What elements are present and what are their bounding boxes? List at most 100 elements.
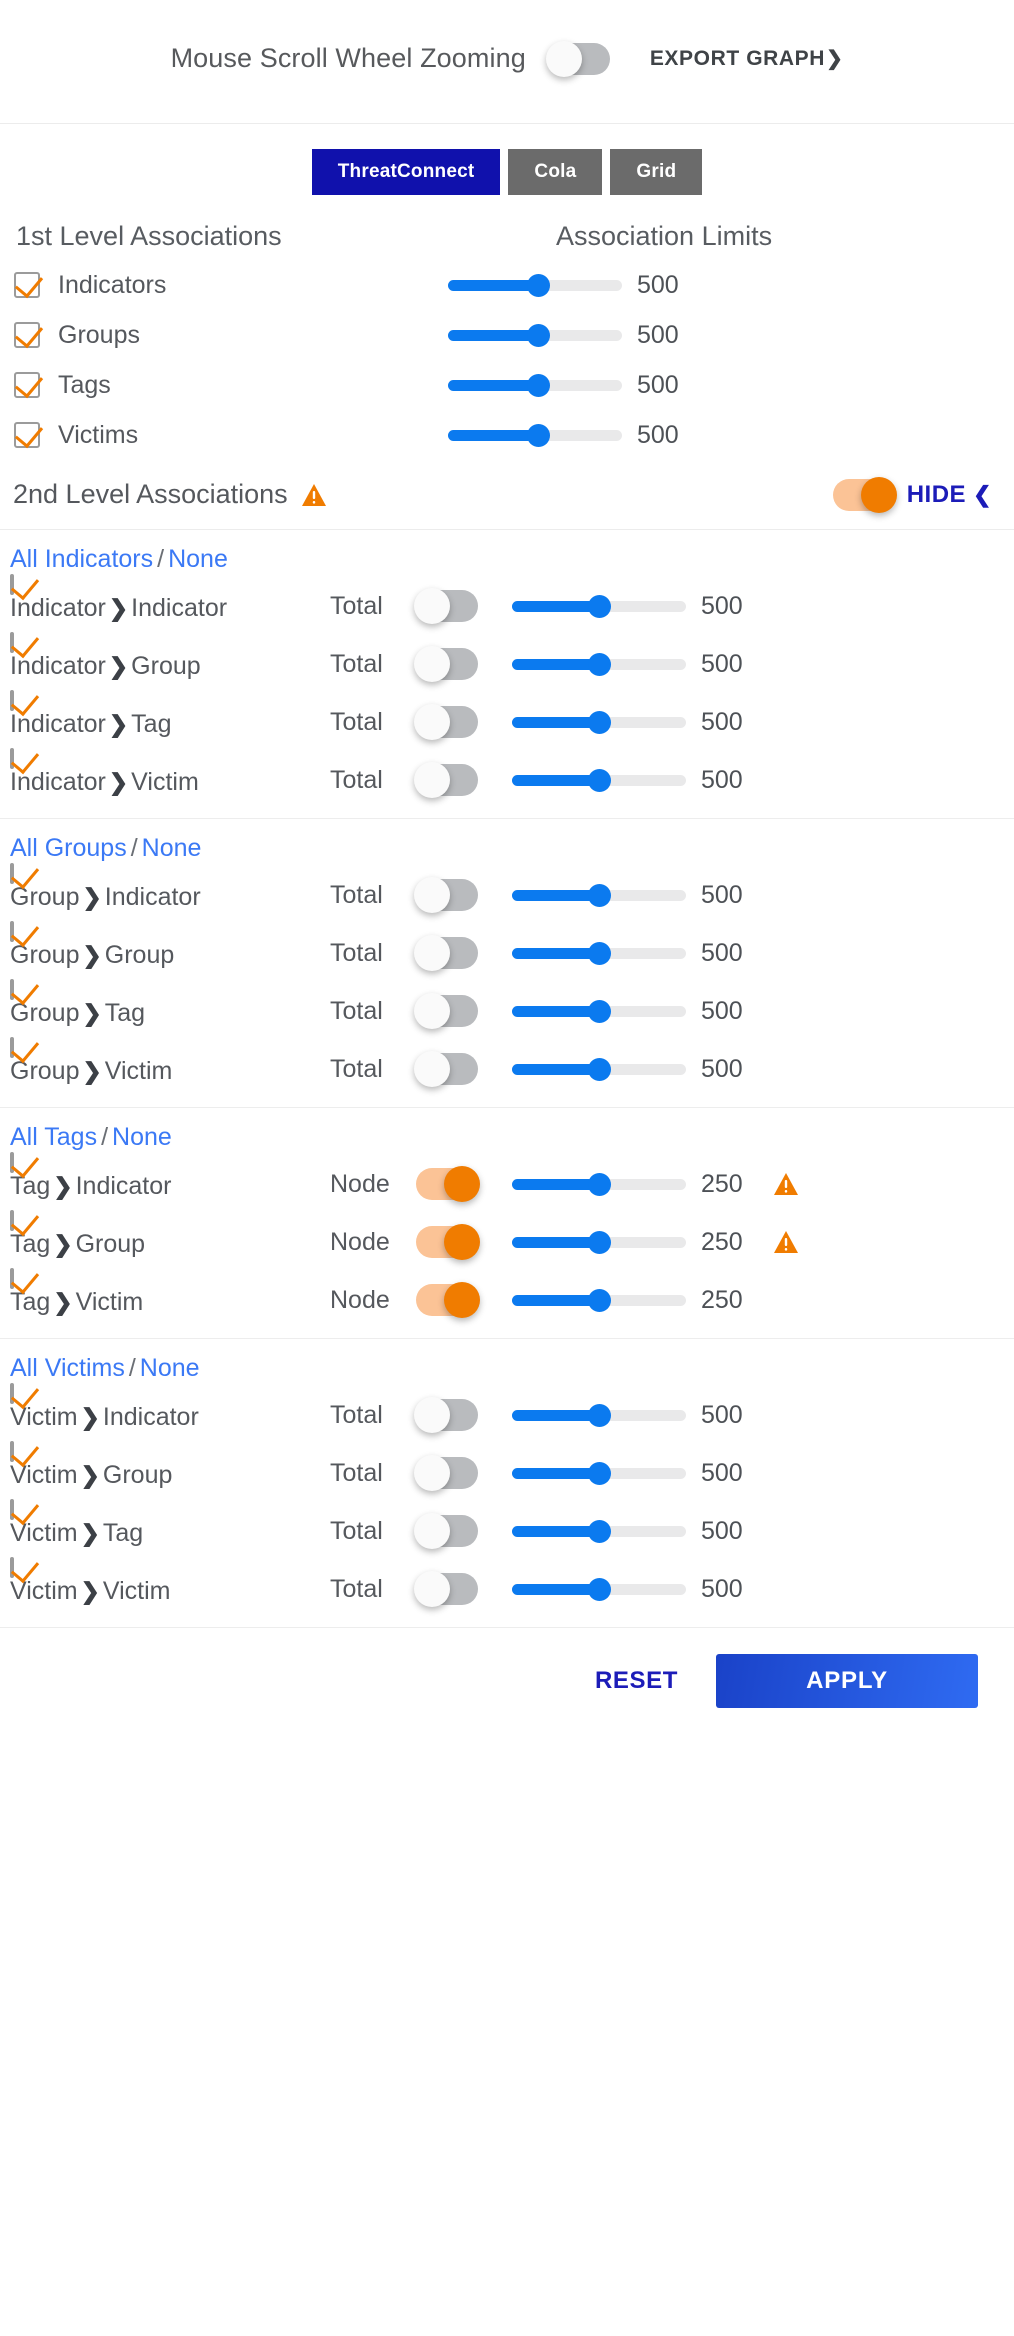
- checkbox-victim-tag[interactable]: [10, 1499, 14, 1520]
- limit-slider-victim-tag[interactable]: [512, 1516, 686, 1546]
- slider-thumb[interactable]: [587, 595, 611, 618]
- select-none-link[interactable]: None: [168, 545, 228, 573]
- checkbox-group-victim[interactable]: [10, 1037, 14, 1058]
- limit-slider-indicator-victim[interactable]: [512, 765, 686, 795]
- slider-thumb[interactable]: [587, 1404, 611, 1427]
- limit-mode-toggle-indicator-victim[interactable]: [414, 762, 478, 798]
- second-level-header: 2nd Level Associations HIDE ❮: [0, 460, 1014, 530]
- checkbox-victim-group[interactable]: [10, 1441, 14, 1462]
- limit-slider-group-tag[interactable]: [512, 996, 686, 1026]
- tab-threatconnect[interactable]: ThreatConnect: [311, 149, 501, 195]
- checkbox-indicator-victim[interactable]: [10, 748, 14, 769]
- slider-thumb[interactable]: [526, 274, 550, 297]
- checkbox-indicator-group[interactable]: [10, 632, 14, 653]
- limit-mode-toggle-group-group[interactable]: [414, 935, 478, 971]
- checkbox-tags[interactable]: [14, 372, 40, 398]
- limit-slider-group-victim[interactable]: [512, 1054, 686, 1084]
- slider-thumb[interactable]: [526, 424, 550, 447]
- slider-thumb[interactable]: [587, 1289, 611, 1312]
- select-all-link[interactable]: All Victims: [10, 1354, 125, 1382]
- slider-thumb[interactable]: [587, 711, 611, 734]
- limit-mode-toggle-indicator-indicator[interactable]: [414, 588, 478, 624]
- limit-mode-toggle-indicator-group[interactable]: [414, 646, 478, 682]
- checkbox-group-tag[interactable]: [10, 979, 14, 1000]
- slider-thumb[interactable]: [587, 1578, 611, 1601]
- limit-mode-label: Total: [330, 649, 383, 678]
- checkbox-victims[interactable]: [14, 422, 40, 448]
- checkbox-tag-group[interactable]: [10, 1210, 14, 1231]
- slider-fill: [512, 1064, 599, 1075]
- slider-thumb[interactable]: [587, 1173, 611, 1196]
- limit-mode-toggle-tag-victim[interactable]: [416, 1282, 480, 1318]
- slider-thumb[interactable]: [587, 1520, 611, 1543]
- slider-thumb[interactable]: [587, 1000, 611, 1023]
- slider-thumb[interactable]: [526, 324, 550, 347]
- checkbox-indicators[interactable]: [14, 272, 40, 298]
- select-none-link[interactable]: None: [142, 834, 202, 862]
- slider-fill: [448, 380, 539, 391]
- checkbox-indicator-indicator[interactable]: [10, 574, 14, 595]
- chevron-right-icon: ❯: [53, 1231, 73, 1257]
- checkbox-group-group[interactable]: [10, 921, 14, 942]
- limit-mode-toggle-tag-indicator[interactable]: [416, 1166, 480, 1202]
- slider-thumb[interactable]: [526, 374, 550, 397]
- checkbox-tag-victim[interactable]: [10, 1268, 14, 1289]
- limit-slider-indicator-group[interactable]: [512, 649, 686, 679]
- limit-slider-groups[interactable]: [448, 320, 622, 350]
- slider-thumb[interactable]: [587, 1058, 611, 1081]
- slider-thumb[interactable]: [587, 942, 611, 965]
- tab-grid[interactable]: Grid: [610, 149, 703, 195]
- limit-slider-group-indicator[interactable]: [512, 880, 686, 910]
- reset-button[interactable]: RESET: [583, 1659, 690, 1703]
- association-pair-row: Group ❯ Indicator Total 500: [0, 863, 1014, 923]
- limit-slider-tags[interactable]: [448, 370, 622, 400]
- tab-cola[interactable]: Cola: [508, 149, 603, 195]
- scroll-zoom-toggle[interactable]: [545, 40, 610, 77]
- limit-slider-indicator-tag[interactable]: [512, 707, 686, 737]
- slider-thumb[interactable]: [587, 769, 611, 792]
- limit-slider-group-group[interactable]: [512, 938, 686, 968]
- limit-mode-toggle-group-indicator[interactable]: [414, 877, 478, 913]
- limit-mode-toggle-victim-victim[interactable]: [414, 1571, 478, 1607]
- limit-slider-indicator-indicator[interactable]: [512, 591, 686, 621]
- pair-left: Indicator ❯ Group: [0, 632, 330, 681]
- select-none-link[interactable]: None: [112, 1123, 172, 1151]
- association-section: All Tags / None Tag ❯ Indicator Node 250 Tag ❯ Gro…: [0, 1108, 1014, 1339]
- limit-mode-toggle-indicator-tag[interactable]: [414, 704, 478, 740]
- limit-slider-victim-indicator[interactable]: [512, 1400, 686, 1430]
- limit-slider-tag-group[interactable]: [512, 1227, 686, 1257]
- checkbox-group-indicator[interactable]: [10, 863, 14, 884]
- limit-slider-indicators[interactable]: [448, 270, 622, 300]
- limit-mode-toggle-victim-group[interactable]: [414, 1455, 478, 1491]
- limit-mode-toggle-group-victim[interactable]: [414, 1051, 478, 1087]
- select-all-link[interactable]: All Tags: [10, 1123, 97, 1151]
- pair-right: Node 250: [330, 1212, 799, 1260]
- hide-second-level-button[interactable]: HIDE ❮: [907, 481, 992, 509]
- limit-slider-tag-indicator[interactable]: [512, 1169, 686, 1199]
- slider-thumb[interactable]: [587, 1462, 611, 1485]
- checkbox-tag-indicator[interactable]: [10, 1152, 14, 1173]
- limit-mode-toggle-tag-group[interactable]: [416, 1224, 480, 1260]
- second-level-toggle[interactable]: [832, 476, 897, 513]
- slider-thumb[interactable]: [587, 653, 611, 676]
- checkbox-groups[interactable]: [14, 322, 40, 348]
- limit-mode-toggle-victim-tag[interactable]: [414, 1513, 478, 1549]
- limit-slider-victim-victim[interactable]: [512, 1574, 686, 1604]
- select-none-link[interactable]: None: [140, 1354, 200, 1382]
- slider-thumb[interactable]: [587, 1231, 611, 1254]
- export-graph-button[interactable]: EXPORT GRAPH ❯: [650, 47, 844, 71]
- slider-thumb[interactable]: [587, 884, 611, 907]
- limit-slider-victim-group[interactable]: [512, 1458, 686, 1488]
- limit-mode-toggle-victim-indicator[interactable]: [414, 1397, 478, 1433]
- apply-button[interactable]: APPLY: [716, 1654, 978, 1708]
- select-all-link[interactable]: All Groups: [10, 834, 127, 862]
- checkbox-indicator-tag[interactable]: [10, 690, 14, 711]
- checkbox-victim-indicator[interactable]: [10, 1383, 14, 1404]
- select-all-link[interactable]: All Indicators: [10, 545, 153, 573]
- link-separator: /: [157, 545, 165, 573]
- limit-mode-toggle-group-tag[interactable]: [414, 993, 478, 1029]
- checkbox-victim-victim[interactable]: [10, 1557, 14, 1578]
- limit-slider-tag-victim[interactable]: [512, 1285, 686, 1315]
- limit-slider-victims[interactable]: [448, 420, 622, 450]
- toggle-knob: [414, 1455, 450, 1491]
